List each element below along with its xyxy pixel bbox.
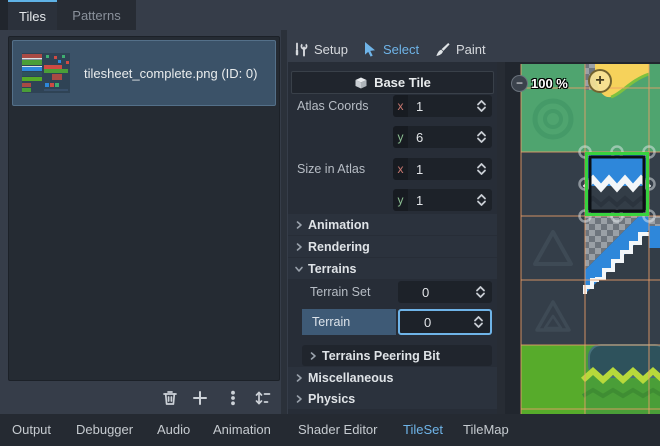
setup-label: Setup: [314, 42, 348, 57]
chevron-right-icon: [308, 351, 318, 361]
zoom-in-button[interactable]: +: [588, 69, 612, 93]
add-source-button[interactable]: [189, 387, 211, 409]
terrains-peering-bit-label: Terrains Peering Bit: [322, 349, 440, 363]
terrain-label: Terrain: [312, 315, 350, 329]
updown-icon[interactable]: [475, 192, 488, 208]
updown-icon[interactable]: [475, 161, 488, 177]
setup-mode-button[interactable]: Setup: [293, 38, 348, 60]
tab-tiles[interactable]: Tiles: [8, 0, 57, 30]
sort-icon: [254, 389, 272, 407]
sort-sources-button[interactable]: [252, 387, 274, 409]
tile-cube-icon: [354, 76, 368, 90]
axis-x-badge: x: [393, 158, 408, 180]
tools-icon: [293, 42, 308, 57]
atlas-tiles: [521, 64, 660, 414]
terrain-set-value[interactable]: 0: [398, 285, 474, 300]
section-miscellaneous[interactable]: Miscellaneous: [288, 367, 497, 388]
source-item-label: tilesheet_complete.png (ID: 0): [84, 66, 257, 81]
chevron-right-icon: [294, 394, 304, 404]
brush-icon: [435, 42, 450, 57]
tile-atlas-image[interactable]: [505, 62, 660, 414]
terrain-set-spinbox[interactable]: 0: [398, 281, 492, 303]
source-thumbnail: [22, 53, 70, 93]
tab-tiles-label: Tiles: [19, 9, 46, 24]
bottom-tab-debugger[interactable]: Debugger: [76, 414, 133, 446]
section-miscellaneous-label: Miscellaneous: [308, 371, 393, 385]
zoom-out-icon: −: [516, 76, 523, 90]
bottom-tab-tilemap[interactable]: TileMap: [463, 414, 509, 446]
chevron-down-icon: [294, 264, 304, 274]
terrain-spinbox[interactable]: 0: [398, 309, 492, 335]
section-terrains-peering-bit[interactable]: Terrains Peering Bit: [302, 345, 492, 366]
atlas-coords-label: Atlas Coords: [297, 95, 369, 117]
chevron-right-icon: [294, 242, 304, 252]
base-tile-title: Base Tile: [374, 75, 431, 90]
tab-patterns[interactable]: Patterns: [57, 0, 136, 30]
section-terrains[interactable]: Terrains: [288, 258, 497, 279]
kebab-menu-icon: [224, 389, 242, 407]
updown-icon[interactable]: [475, 98, 488, 114]
panel-divider: [281, 30, 287, 414]
axis-x-badge: x: [393, 95, 408, 117]
tileset-editor-panel: Tiles Patterns: [0, 0, 660, 446]
size-in-atlas-y-spinbox[interactable]: y 1: [393, 189, 492, 211]
bottom-tab-tileset[interactable]: TileSet: [403, 414, 443, 446]
terrain-row-selected[interactable]: Terrain: [302, 309, 396, 335]
updown-icon[interactable]: [475, 129, 488, 145]
atlas-coords-x-value[interactable]: 1: [408, 99, 475, 114]
atlas-view[interactable]: − 100 % +: [505, 62, 660, 414]
atlas-coords-x-spinbox[interactable]: x 1: [393, 95, 492, 117]
section-physics-label: Physics: [308, 392, 355, 406]
section-terrains-label: Terrains: [308, 262, 356, 276]
list-item-tilesheet[interactable]: tilesheet_complete.png (ID: 0): [12, 40, 276, 106]
zoom-level[interactable]: 100 %: [531, 75, 581, 92]
select-mode-button[interactable]: Select: [363, 38, 419, 60]
tab-patterns-label: Patterns: [72, 8, 120, 23]
selected-water-tile[interactable]: [585, 152, 649, 216]
bottom-tab-audio[interactable]: Audio: [157, 414, 190, 446]
select-label: Select: [383, 42, 419, 57]
zoom-in-icon: +: [595, 72, 604, 89]
section-animation-label: Animation: [308, 218, 369, 232]
section-rendering[interactable]: Rendering: [288, 236, 497, 257]
section-physics[interactable]: Physics: [288, 388, 497, 409]
size-in-atlas-x-spinbox[interactable]: x 1: [393, 158, 492, 180]
sources-toolbar: [0, 385, 285, 411]
atlas-coords-y-spinbox[interactable]: y 6: [393, 126, 492, 148]
chevron-right-icon: [294, 373, 304, 383]
delete-source-button[interactable]: [159, 387, 181, 409]
terrain-value[interactable]: 0: [400, 315, 472, 330]
plus-icon: [191, 389, 209, 407]
inspector-divider: [497, 62, 505, 414]
updown-icon[interactable]: [472, 314, 485, 330]
bottom-tab-output[interactable]: Output: [12, 414, 51, 446]
size-in-atlas-label: Size in Atlas: [297, 158, 365, 180]
size-in-atlas-y-value[interactable]: 1: [408, 193, 475, 208]
bottom-tab-animation[interactable]: Animation: [213, 414, 271, 446]
paint-mode-button[interactable]: Paint: [435, 38, 486, 60]
base-tile-header: Base Tile: [291, 71, 494, 94]
updown-icon[interactable]: [474, 284, 487, 300]
axis-y-badge: y: [393, 189, 408, 211]
section-animation[interactable]: Animation: [288, 214, 497, 235]
axis-y-badge: y: [393, 126, 408, 148]
terrain-set-label: Terrain Set: [310, 281, 370, 303]
bottom-tab-shader-editor[interactable]: Shader Editor: [298, 414, 378, 446]
atlas-coords-y-value[interactable]: 6: [408, 130, 475, 145]
section-rendering-label: Rendering: [308, 240, 370, 254]
zoom-out-button[interactable]: −: [511, 75, 528, 92]
tile-inspector: Base Tile Atlas Coords x 1 y 6 Size in A…: [288, 62, 497, 414]
cursor-icon: [363, 41, 377, 57]
trash-icon: [161, 389, 179, 407]
bottom-panel-bar: Output Debugger Audio Animation Shader E…: [0, 414, 660, 446]
paint-label: Paint: [456, 42, 486, 57]
size-in-atlas-x-value[interactable]: 1: [408, 162, 475, 177]
chevron-right-icon: [294, 220, 304, 230]
tab-bar: Tiles Patterns: [0, 0, 136, 30]
tile-sources-list[interactable]: tilesheet_complete.png (ID: 0): [8, 36, 280, 381]
source-menu-button[interactable]: [222, 387, 244, 409]
